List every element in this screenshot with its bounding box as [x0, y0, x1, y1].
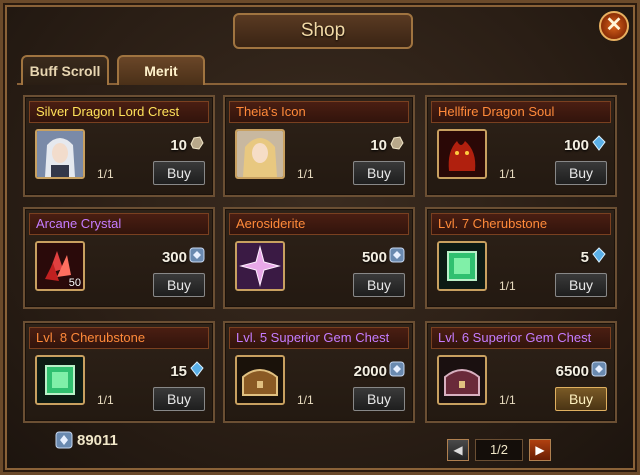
star-gem-icon: [235, 241, 285, 291]
tab-merit[interactable]: Merit: [117, 55, 205, 85]
green-square-gem-icon: [35, 355, 85, 405]
crystal-currency-icon: [591, 247, 607, 263]
item-name: Lvl. 6 Superior Gem Chest: [431, 327, 611, 349]
shop-item-card: Arcane Crystal 50 300 Buy: [23, 207, 215, 309]
tab-buff-scroll[interactable]: Buff Scroll: [21, 55, 109, 85]
pager: ◀ 1/2 ▶: [447, 439, 553, 463]
buy-button[interactable]: Buy: [153, 273, 205, 297]
item-grid: Silver Dragon Lord Crest 10 1/1 Buy Theia's …: [23, 95, 623, 423]
merit-currency-icon: [189, 247, 205, 263]
buy-button[interactable]: Buy: [555, 387, 607, 411]
next-page-button[interactable]: ▶: [529, 439, 551, 461]
item-price: 100: [563, 137, 589, 154]
merit-balance: 89011: [55, 431, 118, 449]
shop-item-card: Aerosiderite 500 Buy: [223, 207, 415, 309]
item-price: 500: [361, 249, 387, 266]
shop-item-card: Silver Dragon Lord Crest 10 1/1 Buy: [23, 95, 215, 197]
chest-icon: [235, 355, 285, 405]
shop-item-card: Lvl. 6 Superior Gem Chest 6500 1/1 Buy: [425, 321, 617, 423]
rough-stone-currency-icon: [189, 135, 205, 151]
shop-window: Shop ✕ Buff Scroll Merit Silver Dragon L…: [0, 0, 640, 475]
purchase-limit: 1/1: [499, 393, 516, 407]
item-name: Silver Dragon Lord Crest: [29, 101, 209, 123]
crystal-currency-icon: [591, 135, 607, 151]
buy-button[interactable]: Buy: [153, 161, 205, 185]
tab-bar: Buff Scroll Merit: [17, 53, 627, 85]
window-title: Shop: [300, 20, 346, 41]
item-price: 300: [161, 249, 187, 266]
page-indicator: 1/2: [475, 439, 523, 461]
crystal-currency-icon: [189, 361, 205, 377]
title-plate: Shop: [233, 13, 413, 49]
item-name: Lvl. 7 Cherubstone: [431, 213, 611, 235]
item-price: 6500: [555, 363, 589, 380]
item-price: 5: [580, 249, 589, 266]
purchase-limit: 1/1: [297, 393, 314, 407]
item-price: 10: [370, 137, 387, 154]
buy-button[interactable]: Buy: [353, 161, 405, 185]
buy-button[interactable]: Buy: [353, 387, 405, 411]
red-crystal-icon: 50: [35, 241, 85, 291]
portrait-silver-hair-icon: [35, 129, 85, 179]
item-name: Hellfire Dragon Soul: [431, 101, 611, 123]
rough-stone-currency-icon: [389, 135, 405, 151]
item-price: 15: [170, 363, 187, 380]
shop-item-card: Theia's Icon 10 1/1 Buy: [223, 95, 415, 197]
shop-item-card: Lvl. 7 Cherubstone 5 1/1 Buy: [425, 207, 617, 309]
item-name: Lvl. 5 Superior Gem Chest: [229, 327, 409, 349]
shop-item-card: Lvl. 5 Superior Gem Chest 2000 1/1 Buy: [223, 321, 415, 423]
purchase-limit: 1/1: [297, 167, 314, 181]
merit-currency-icon: [389, 361, 405, 377]
purchase-limit: 1/1: [97, 393, 114, 407]
buy-button[interactable]: Buy: [353, 273, 405, 297]
item-price: 10: [170, 137, 187, 154]
buy-button[interactable]: Buy: [153, 387, 205, 411]
item-quantity: 50: [68, 277, 81, 289]
chest-purple-icon: [437, 355, 487, 405]
buy-button[interactable]: Buy: [555, 161, 607, 185]
merit-total: 89011: [77, 431, 118, 449]
purchase-limit: 1/1: [499, 279, 516, 293]
item-name: Lvl. 8 Cherubstone: [29, 327, 209, 349]
red-dragon-icon: [437, 129, 487, 179]
merit-currency-icon: [591, 361, 607, 377]
merit-currency-icon: [389, 247, 405, 263]
shop-item-card: Hellfire Dragon Soul 100 1/1 Buy: [425, 95, 617, 197]
item-price: 2000: [353, 363, 387, 380]
prev-page-button[interactable]: ◀: [447, 439, 469, 461]
purchase-limit: 1/1: [499, 167, 516, 181]
item-name: Aerosiderite: [229, 213, 409, 235]
close-button[interactable]: ✕: [599, 11, 629, 41]
buy-button[interactable]: Buy: [555, 273, 607, 297]
portrait-blonde-icon: [235, 129, 285, 179]
shop-item-card: Lvl. 8 Cherubstone 15 1/1 Buy: [23, 321, 215, 423]
merit-coin-icon: [55, 431, 73, 449]
purchase-limit: 1/1: [97, 167, 114, 181]
green-square-gem-icon: [437, 241, 487, 291]
item-name: Theia's Icon: [229, 101, 409, 123]
item-name: Arcane Crystal: [29, 213, 209, 235]
